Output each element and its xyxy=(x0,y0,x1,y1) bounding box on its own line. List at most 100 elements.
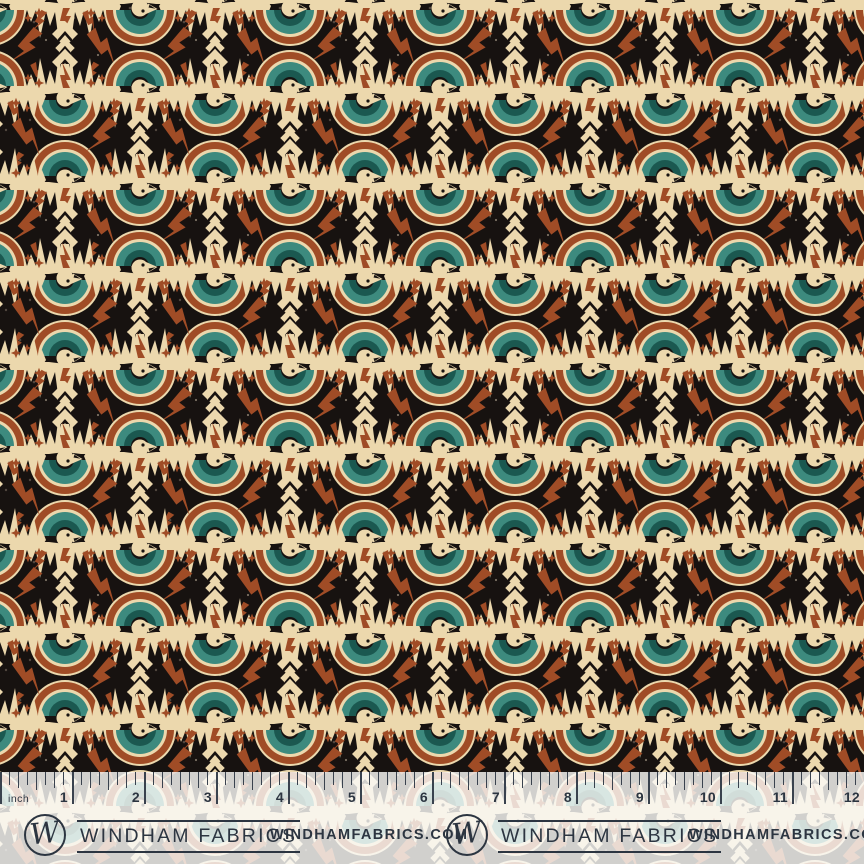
ruler-tick xyxy=(126,772,127,788)
ruler-tick xyxy=(801,772,802,785)
ruler-number: 10 xyxy=(700,789,716,805)
ruler-tick xyxy=(9,772,10,785)
fabric-swatch-image: inch 123456789101112 W WINDHAM FABRICS W… xyxy=(0,0,864,864)
ruler-tick xyxy=(234,772,235,788)
logo-w-letter: W xyxy=(450,817,483,849)
ruler-tick xyxy=(423,772,424,785)
windham-logo: W xyxy=(24,814,66,856)
ruler-number: 3 xyxy=(204,789,212,805)
ruler-tick xyxy=(846,772,847,788)
ruler-tick xyxy=(261,772,262,785)
ruler-tick xyxy=(666,772,667,788)
ruler-tick xyxy=(513,772,514,785)
ruler-tick xyxy=(189,772,190,785)
ruler-number: 1 xyxy=(60,789,68,805)
ruler-tick xyxy=(756,772,757,790)
ruler-tick xyxy=(585,772,586,785)
ruler-tick xyxy=(333,772,334,785)
ruler-tick xyxy=(630,772,631,788)
ruler-tick xyxy=(720,772,722,804)
ruler-tick xyxy=(108,772,109,790)
ruler-tick xyxy=(450,772,451,788)
ruler-tick xyxy=(747,772,748,785)
ruler-number: 8 xyxy=(564,789,572,805)
ruler-tick xyxy=(252,772,253,790)
ruler-tick xyxy=(504,772,506,804)
ruler-tick xyxy=(648,772,650,804)
ruler-tick xyxy=(90,772,91,788)
ruler-tick xyxy=(279,772,280,785)
ruler-tick xyxy=(117,772,118,785)
ruler-tick xyxy=(396,772,397,790)
ruler-tick xyxy=(243,772,244,785)
ruler-tick xyxy=(342,772,343,788)
ruler-tick xyxy=(621,772,622,785)
ruler-tick xyxy=(711,772,712,785)
ruler-tick xyxy=(153,772,154,785)
ruler-tick xyxy=(540,772,541,790)
ruler-number: 9 xyxy=(636,789,644,805)
ruler-number: 7 xyxy=(492,789,500,805)
ruler-tick xyxy=(477,772,478,785)
ruler-tick xyxy=(819,772,820,785)
ruler-tick xyxy=(0,772,2,804)
ruler-tick xyxy=(837,772,838,785)
ruler-unit-label: inch xyxy=(8,793,29,805)
ruler-tick xyxy=(99,772,100,785)
ruler-tick xyxy=(522,772,523,788)
ruler-tick xyxy=(378,772,379,788)
ruler-tick xyxy=(774,772,775,788)
ruler-tick xyxy=(558,772,559,788)
ruler-tick xyxy=(441,772,442,785)
ruler-tick xyxy=(810,772,811,788)
ruler-tick xyxy=(180,772,181,790)
ruler-tick xyxy=(297,772,298,785)
ruler-tick xyxy=(72,772,74,804)
ruler-tick xyxy=(405,772,406,785)
ruler-footer-strip: inch 123456789101112 W WINDHAM FABRICS W… xyxy=(0,772,864,864)
ruler-tick xyxy=(288,772,290,804)
ruler-tick xyxy=(324,772,325,790)
ruler-number: 2 xyxy=(132,789,140,805)
windham-logo: W xyxy=(446,814,488,856)
ruler-tick xyxy=(765,772,766,785)
fabric-pattern xyxy=(0,0,864,864)
ruler-tick xyxy=(612,772,613,790)
ruler-tick xyxy=(225,772,226,785)
ruler-tick xyxy=(144,772,146,804)
ruler-tick xyxy=(360,772,362,804)
ruler-tick xyxy=(171,772,172,785)
ruler-tick xyxy=(270,772,271,788)
ruler-tick xyxy=(549,772,550,785)
ruler-tick xyxy=(495,772,496,785)
ruler-tick xyxy=(657,772,658,785)
ruler-tick xyxy=(729,772,730,785)
ruler-tick xyxy=(54,772,55,788)
ruler-tick xyxy=(369,772,370,785)
ruler-tick xyxy=(576,772,578,804)
ruler-tick xyxy=(387,772,388,785)
ruler-tick xyxy=(594,772,595,788)
website-url: WINDHAMFABRICS.COM xyxy=(270,827,468,843)
ruler-number: 12 xyxy=(844,789,860,805)
ruler-tick xyxy=(63,772,64,785)
ruler-tick xyxy=(18,772,19,788)
ruler-tick xyxy=(567,772,568,785)
ruler-tick xyxy=(414,772,415,788)
ruler-tick xyxy=(45,772,46,785)
brand-wordmark: WINDHAM FABRICS xyxy=(498,820,721,853)
ruler-tick xyxy=(702,772,703,788)
ruler-tick xyxy=(351,772,352,785)
ruler-tick xyxy=(36,772,37,790)
ruler-tick xyxy=(639,772,640,785)
ruler-tick xyxy=(603,772,604,785)
ruler-number: 6 xyxy=(420,789,428,805)
ruler-tick xyxy=(27,772,28,785)
ruler-tick xyxy=(738,772,739,788)
ruler-tick xyxy=(198,772,199,788)
logo-w-letter: W xyxy=(28,817,61,849)
website-url: WINDHAMFABRICS.COM xyxy=(689,827,864,843)
ruler-tick xyxy=(81,772,82,785)
ruler-tick xyxy=(855,772,856,785)
ruler-tick xyxy=(207,772,208,785)
